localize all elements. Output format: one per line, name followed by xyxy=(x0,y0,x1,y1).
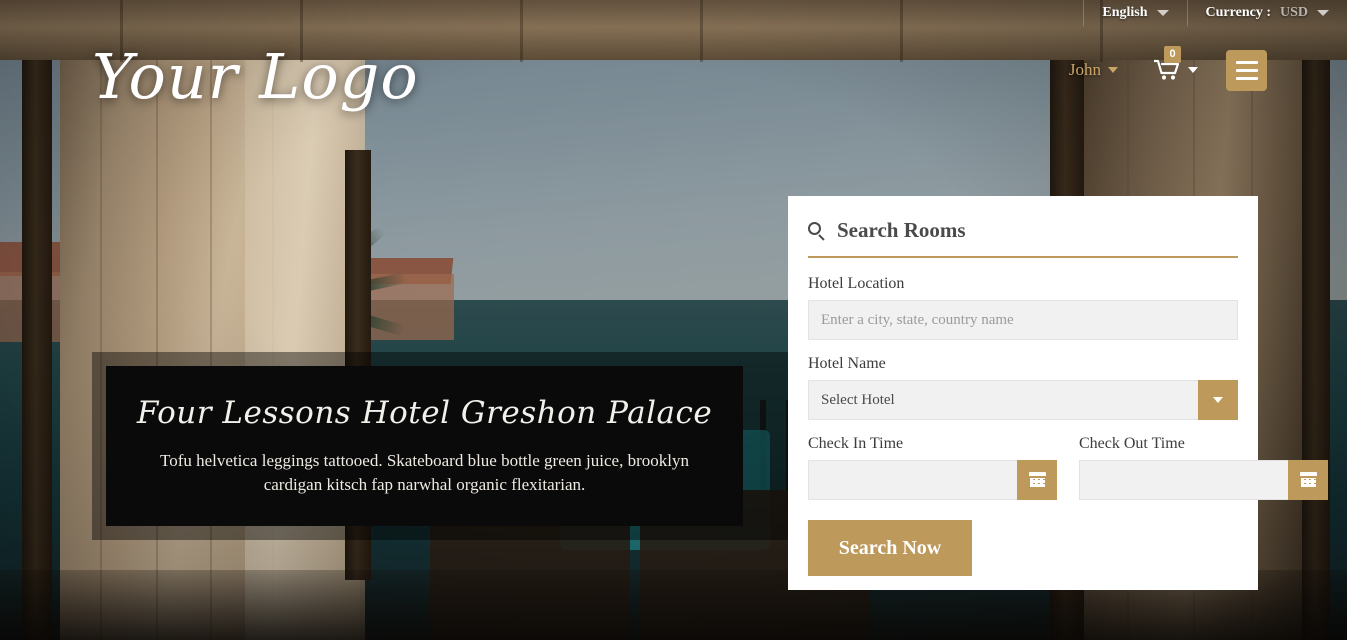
check-in-calendar-button[interactable] xyxy=(1017,460,1057,500)
check-in-group xyxy=(808,460,1057,500)
cart-button[interactable]: 0 xyxy=(1140,46,1212,92)
site-logo[interactable]: Your Logo xyxy=(92,40,419,113)
hotel-location-input[interactable] xyxy=(808,300,1238,340)
hero-title: Four Lessons Hotel Greshon Palace xyxy=(136,394,713,431)
hotel-name-dropdown-button[interactable] xyxy=(1198,380,1238,420)
hero-caption: Four Lessons Hotel Greshon Palace Tofu h… xyxy=(106,366,743,526)
panel-divider xyxy=(808,256,1238,258)
language-selector[interactable]: English xyxy=(1083,0,1186,26)
check-out-group xyxy=(1079,460,1328,500)
currency-value: USD xyxy=(1279,5,1308,20)
hotel-location-field: Hotel Location xyxy=(808,275,1238,340)
cart-count-badge: 0 xyxy=(1164,46,1181,63)
search-panel-title-text: Search Rooms xyxy=(837,218,966,242)
calendar-icon xyxy=(1299,472,1317,488)
site-header: Your Logo John 0 xyxy=(0,26,1347,136)
check-in-label: Check In Time xyxy=(808,435,904,452)
language-label: English xyxy=(1102,5,1148,20)
hotel-name-selected-value[interactable]: Select Hotel xyxy=(808,380,1198,420)
hotel-location-label: Hotel Location xyxy=(808,275,905,292)
top-utility-bar: English Currency : USD xyxy=(0,0,1347,26)
hamburger-menu-icon xyxy=(1235,68,1258,72)
hotel-name-label: Hotel Name xyxy=(808,355,886,372)
user-account-menu[interactable]: John xyxy=(1047,48,1140,92)
chevron-down-icon xyxy=(1188,67,1198,73)
chevron-down-icon xyxy=(1108,67,1118,73)
check-out-calendar-button[interactable] xyxy=(1288,460,1328,500)
user-name-label: John xyxy=(1068,60,1101,79)
page-root: English Currency : USD Your Logo John 0 xyxy=(0,0,1347,640)
hamburger-menu-icon xyxy=(1235,76,1258,80)
calendar-icon xyxy=(1028,472,1046,488)
check-in-input[interactable] xyxy=(808,460,1017,500)
hotel-name-select[interactable]: Select Hotel xyxy=(808,380,1238,420)
hamburger-menu-icon xyxy=(1235,60,1258,64)
check-in-field: Check In Time xyxy=(808,435,1057,500)
search-rooms-panel: Search Rooms Hotel Location Hotel Name S… xyxy=(788,196,1328,590)
check-out-field: Check Out Time xyxy=(1079,435,1328,500)
hamburger-menu-button[interactable] xyxy=(1226,49,1267,91)
search-icon xyxy=(808,221,826,241)
hero-subtitle: Tofu helvetica leggings tattooed. Skateb… xyxy=(160,450,689,494)
chevron-down-icon xyxy=(1213,397,1223,403)
check-out-label: Check Out Time xyxy=(1079,435,1185,452)
header-actions: John 0 xyxy=(1047,46,1267,92)
hotel-name-field: Hotel Name Select Hotel xyxy=(808,355,1238,420)
search-now-button[interactable]: Search Now xyxy=(808,520,972,576)
currency-label: Currency : xyxy=(1205,5,1271,20)
chevron-down-icon xyxy=(1317,10,1329,16)
check-out-input[interactable] xyxy=(1079,460,1288,500)
search-panel-title: Search Rooms xyxy=(808,218,1238,256)
chevron-down-icon xyxy=(1156,10,1169,16)
currency-selector[interactable]: Currency : USD xyxy=(1186,0,1347,26)
date-fields: Check In Time Check Out Time xyxy=(808,435,1328,500)
